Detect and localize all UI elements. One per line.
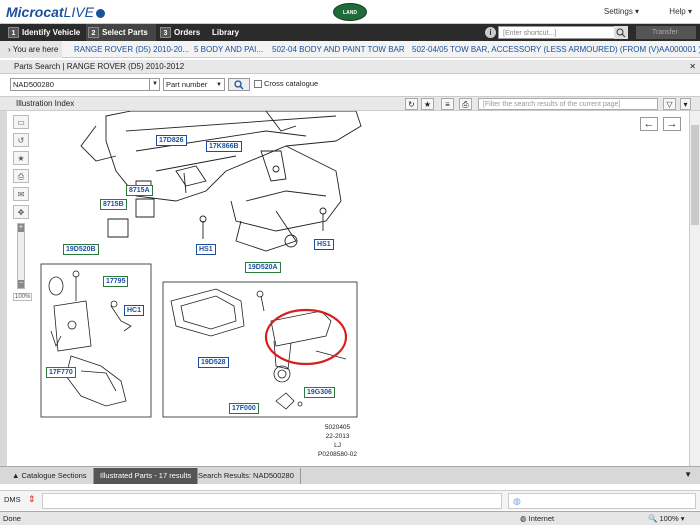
part-callout[interactable]: HC1 (124, 305, 145, 316)
part-callout[interactable]: 17795 (103, 276, 129, 287)
globe-icon: ◍ (513, 496, 521, 506)
part-callout[interactable]: 8715B (100, 199, 127, 210)
settings-menu[interactable]: Settings ▾ (590, 7, 639, 16)
top-menu: Settings ▾ Help ▾ (576, 7, 692, 16)
tab-library[interactable]: Library (210, 24, 239, 41)
status-bar: Done ◍ Internet 🔍 100% ▾ (0, 511, 700, 525)
tab-identify-vehicle[interactable]: 1 Identify Vehicle (6, 24, 80, 41)
tab-catalogue-sections[interactable]: ▲ Catalogue Sections (6, 468, 94, 484)
favourites-icon[interactable]: ★ (421, 98, 434, 110)
breadcrumb-item[interactable]: 5 BODY AND PAI... (194, 41, 263, 58)
vertical-scrollbar[interactable] (689, 111, 700, 466)
main-nav: 1 Identify Vehicle 2 Select Parts 3 Orders … (0, 24, 700, 41)
part-callout[interactable]: 19D520B (63, 244, 99, 255)
shortcut-search-button[interactable] (614, 26, 628, 39)
part-callout[interactable]: 19G306 (304, 387, 335, 398)
rotate-icon[interactable]: ↺ (13, 133, 29, 147)
info-icon[interactable]: i (485, 27, 496, 38)
part-callout[interactable]: 17F000 (229, 403, 259, 414)
part-search-input[interactable]: NAD500280 (10, 78, 160, 91)
search-type-select[interactable]: Part number ▼ (163, 78, 225, 91)
bottom-tabs: ▲ Catalogue Sections Illustrated Parts -… (0, 466, 700, 484)
app-logo: MicrocatLIVE (6, 4, 105, 20)
brand-suffix: LIVE (63, 4, 94, 20)
close-icon[interactable]: ✕ (689, 60, 696, 74)
breadcrumb-item[interactable]: 502-04 BODY AND PAINT TOW BAR (272, 41, 405, 58)
chevron-down-icon[interactable]: ▼ (149, 78, 160, 91)
tab-search-results[interactable]: Search Results: NAD500280 (192, 468, 301, 484)
brand-dot-icon (95, 8, 105, 18)
tab-illustrated-parts[interactable]: Illustrated Parts - 17 results (94, 468, 199, 484)
pan-icon[interactable]: ✥ (13, 205, 29, 219)
zoom-slider[interactable]: + − (17, 223, 25, 289)
dms-arrows-icon[interactable]: ⇕ (28, 494, 36, 505)
you-are-here: › You are here (0, 41, 62, 58)
status-text: Done (3, 514, 21, 523)
tab-select-parts[interactable]: 2 Select Parts (86, 24, 156, 41)
mail-icon[interactable]: ✉ (13, 187, 29, 201)
transfer-button[interactable]: Transfer (636, 26, 696, 39)
breadcrumb-item[interactable]: RANGE ROVER (D5) 2010-20... (74, 41, 189, 58)
dms-label: DMS (4, 495, 21, 504)
illustration-tools: ▭ ↺ ★ ⎙ ✉ ✥ (13, 115, 31, 223)
land-rover-logo: LAND ROVER (333, 3, 367, 34)
chevron-down-icon[interactable]: ▼ (684, 470, 692, 479)
help-menu[interactable]: Help ▾ (655, 7, 692, 16)
breadcrumb-item[interactable]: 502-04/05 TOW BAR, ACCESSORY (LESS ARMOU… (412, 41, 700, 58)
breadcrumb: › You are here RANGE ROVER (D5) 2010-20.… (0, 41, 700, 58)
part-callout[interactable]: 19D520A (245, 262, 281, 273)
side-panel-toggle[interactable] (0, 111, 7, 466)
illustration-toolbar: Illustration Index ↻ ★ ≡ ⎙ [Filter the s… (0, 96, 700, 111)
filter-input[interactable]: [Filter the search results of the curren… (478, 98, 658, 110)
part-callout[interactable]: 17F770 (46, 367, 76, 378)
shortcut-input[interactable]: [Enter shortcut...] (498, 26, 628, 39)
part-callout[interactable]: HS1 (196, 244, 216, 255)
parts-illustration: 17D826 17K866B 8715A 8715B HS1 HS1 19D52… (36, 110, 686, 463)
part-callout[interactable]: HS1 (314, 239, 334, 250)
brand-name: Microcat (6, 4, 64, 20)
refresh-icon[interactable]: ↻ (405, 98, 418, 110)
parts-search-title: Parts Search | RANGE ROVER (D5) 2010-201… (14, 62, 185, 71)
dms-bar: DMS ⇕ ◍ (0, 490, 700, 510)
illustration-title: Illustration Index (16, 99, 75, 108)
dms-panel (42, 493, 502, 509)
print-icon[interactable]: ⎙ (459, 98, 472, 110)
part-callout[interactable]: 17K866B (206, 141, 242, 152)
search-row: NAD500280 ▼ Part number ▼ Cross catalogue (0, 75, 700, 95)
zoom-level: 100% (13, 293, 33, 301)
list-view-icon[interactable]: ≡ (441, 98, 454, 110)
search-button[interactable] (228, 78, 250, 91)
chevron-down-icon[interactable]: ▾ (680, 98, 691, 110)
filter-icon[interactable]: ▽ (663, 98, 676, 110)
print-icon[interactable]: ⎙ (13, 169, 29, 183)
security-zone: ◍ Internet (520, 514, 555, 523)
dms-side-panel: ◍ (508, 493, 696, 509)
browser-zoom[interactable]: 🔍 100% ▾ (648, 512, 684, 525)
parts-search-header: Parts Search | RANGE ROVER (D5) 2010-201… (0, 60, 700, 74)
part-callout[interactable]: 8715A (126, 185, 153, 196)
part-callout[interactable]: 17D826 (156, 135, 187, 146)
cross-catalogue-checkbox[interactable]: Cross catalogue (254, 79, 318, 89)
tab-orders[interactable]: 3 Orders (158, 24, 200, 41)
brand-bar: MicrocatLIVE LAND ROVER Settings ▾ Help … (0, 0, 700, 34)
part-callout[interactable]: 19D528 (198, 357, 229, 368)
figure-reference: 5020405 22-2013 LJ P0208580-02 (318, 424, 358, 458)
fit-page-icon[interactable]: ▭ (13, 115, 29, 129)
star-icon[interactable]: ★ (13, 151, 29, 165)
